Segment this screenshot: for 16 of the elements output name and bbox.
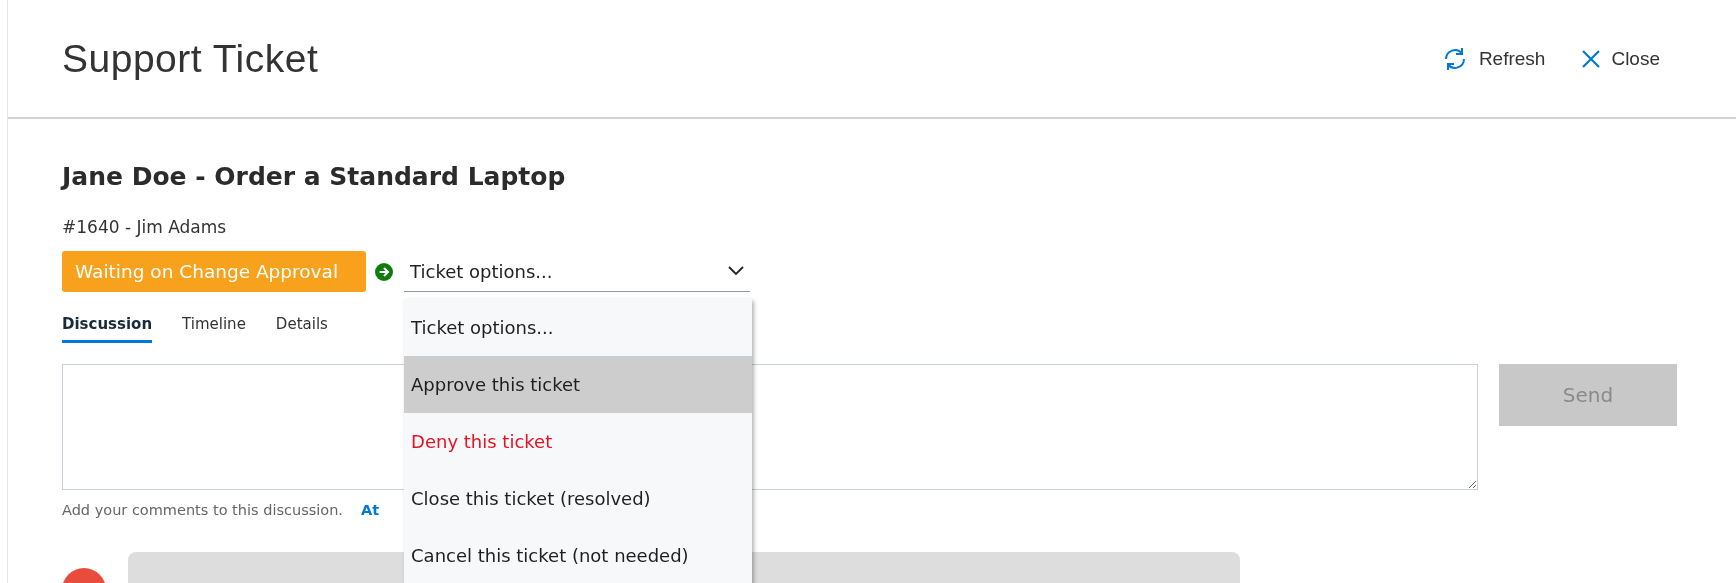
menu-item[interactable]: Close this ticket (resolved) — [404, 469, 753, 527]
tab[interactable]: Discussion — [62, 314, 153, 343]
tab[interactable]: Details — [275, 314, 328, 343]
ticket-subtitle: #1640 - Jim Adams — [62, 216, 228, 239]
menu-item[interactable]: Ticket options... — [404, 298, 753, 356]
attach-link[interactable]: At — [360, 500, 380, 520]
status-badge: Waiting on Change Approval — [62, 251, 367, 292]
refresh-button[interactable]: Refresh — [1440, 44, 1546, 73]
page-title: Support Ticket — [62, 36, 319, 81]
comment-hint: Add your comments to this discussion. — [62, 501, 343, 520]
tab[interactable]: Timeline — [182, 314, 246, 343]
ticket-title: Jane Doe - Order a Standard Laptop — [62, 161, 567, 193]
menu-item[interactable]: Approve this ticket — [404, 355, 753, 413]
menu-item[interactable]: Cancel this ticket (not needed) — [404, 526, 753, 583]
menu-item[interactable]: Deny this ticket — [404, 412, 753, 470]
close-button[interactable]: Close — [1581, 44, 1660, 73]
